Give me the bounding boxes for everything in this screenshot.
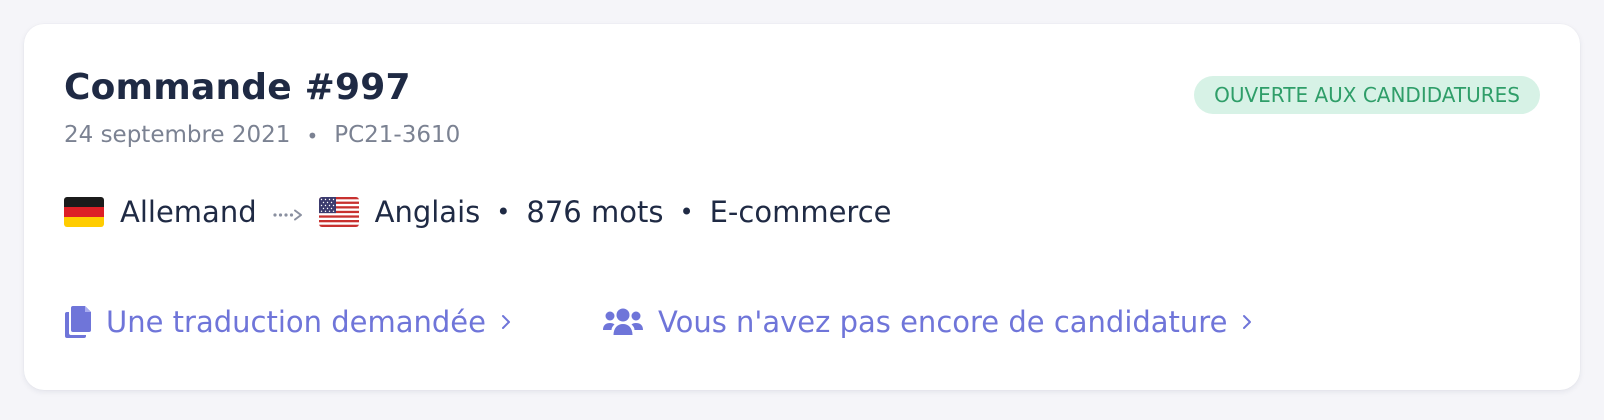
- applications-link-label: Vous n'avez pas encore de candidature: [657, 305, 1228, 339]
- order-domain: E-commerce: [709, 195, 892, 229]
- word-count: 876 mots: [526, 195, 664, 229]
- dotted-arrow-right-icon: [273, 195, 303, 229]
- order-date: 24 septembre 2021: [64, 122, 291, 148]
- detail-separator: •: [679, 198, 694, 226]
- documents-icon: [64, 305, 92, 339]
- source-language: Allemand: [120, 195, 257, 229]
- chevron-right-icon: [500, 313, 512, 331]
- applications-link[interactable]: Vous n'avez pas encore de candidature: [602, 305, 1253, 339]
- order-meta: 24 septembre 2021 • PC21-3610: [64, 124, 460, 147]
- order-reference: PC21-3610: [334, 122, 461, 148]
- detail-separator: •: [496, 198, 511, 226]
- users-icon: [602, 307, 644, 337]
- usa-flag-icon: [318, 197, 359, 227]
- language-pair: Allemand Anglais • 876 mots • E-commerce: [64, 192, 891, 232]
- order-title: Commande #997: [64, 67, 411, 108]
- target-language: Anglais: [374, 195, 481, 229]
- translations-link-label: Une traduction demandée: [106, 305, 486, 339]
- meta-separator: •: [306, 123, 319, 148]
- translations-link[interactable]: Une traduction demandée: [64, 305, 512, 339]
- order-links: Une traduction demandée Vous n'avez pas …: [64, 300, 1253, 344]
- order-card: Commande #997 24 septembre 2021 • PC21-3…: [24, 24, 1580, 390]
- chevron-right-icon: [1241, 313, 1253, 331]
- germany-flag-icon: [64, 197, 104, 227]
- status-badge: Ouverte aux candidatures: [1194, 76, 1540, 114]
